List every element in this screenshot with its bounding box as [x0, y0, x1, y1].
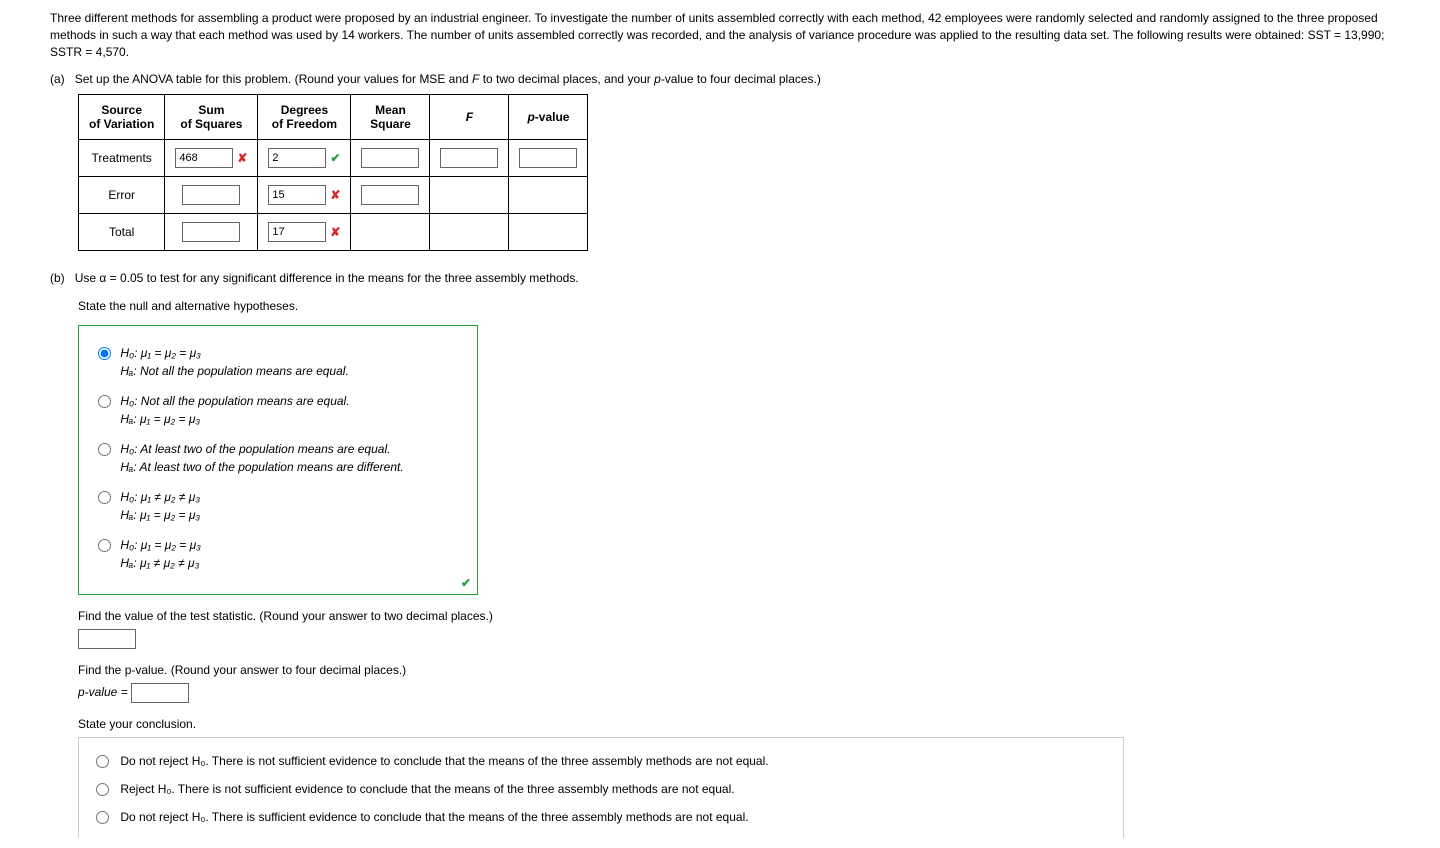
treatments-ss-input[interactable] [175, 148, 233, 168]
hyp-text-1: H₀: μ₁ = μ₂ = μ₃ Hₐ: Not all the populat… [120, 344, 348, 380]
treatments-df-input[interactable] [268, 148, 326, 168]
hyp-text-5: H₀: μ₁ = μ₂ = μ₃ Hₐ: μ₁ ≠ μ₂ ≠ μ₃ [120, 536, 201, 572]
pvalue-row: p-value = [78, 683, 1390, 703]
hyp-option-3[interactable]: H₀: At least two of the population means… [93, 440, 463, 476]
conclusion-radio-3[interactable] [96, 811, 109, 824]
hyp-text-2: H₀: Not all the population means are equ… [120, 392, 349, 428]
total-label: Total [79, 214, 165, 251]
pvalue-input[interactable] [131, 683, 189, 703]
anova-table: Sourceof Variation Sumof Squares Degrees… [78, 94, 588, 251]
treatments-p-input[interactable] [519, 148, 577, 168]
hypotheses-prompt: State the null and alternative hypothese… [78, 299, 1390, 313]
hypotheses-box: H₀: μ₁ = μ₂ = μ₃ Hₐ: Not all the populat… [78, 325, 478, 595]
total-df-input[interactable] [268, 222, 326, 242]
hyp-radio-2[interactable] [98, 395, 111, 408]
conclusion-option-3[interactable]: Do not reject H₀. There is sufficient ev… [91, 808, 1111, 826]
hyp-text-3: H₀: At least two of the population means… [120, 440, 403, 476]
conclusion-box: Do not reject H₀. There is not sufficien… [78, 737, 1124, 838]
conclusion-prompt: State your conclusion. [78, 717, 1390, 731]
hyp-option-4[interactable]: H₀: μ₁ ≠ μ₂ ≠ μ₃ Hₐ: μ₁ = μ₂ = μ₃ [93, 488, 463, 524]
hyp-option-5[interactable]: H₀: μ₁ = μ₂ = μ₃ Hₐ: μ₁ ≠ μ₂ ≠ μ₃ [93, 536, 463, 572]
error-ss-input[interactable] [182, 185, 240, 205]
table-row: Error ✘ [79, 177, 588, 214]
treatments-f-input[interactable] [440, 148, 498, 168]
part-a-label: (a) [50, 72, 65, 86]
part-a-row: (a) Set up the ANOVA table for this prob… [50, 72, 1390, 86]
part-b-label: (b) [50, 271, 65, 285]
col-f: F [430, 95, 509, 140]
col-df: Degreesof Freedom [258, 95, 351, 140]
error-df-input[interactable] [268, 185, 326, 205]
hyp-radio-3[interactable] [98, 443, 111, 456]
col-ss: Sumof Squares [165, 95, 258, 140]
total-ss-input[interactable] [182, 222, 240, 242]
error-ms-input[interactable] [361, 185, 419, 205]
conclusion-text-1: Do not reject H₀. There is not sufficien… [120, 752, 768, 770]
part-a-prompt: Set up the ANOVA table for this problem.… [75, 72, 821, 86]
part-b-prompt1: Use α = 0.05 to test for any significant… [75, 271, 579, 285]
hyp-text-4: H₀: μ₁ ≠ μ₂ ≠ μ₃ Hₐ: μ₁ = μ₂ = μ₃ [120, 488, 200, 524]
conclusion-option-1[interactable]: Do not reject H₀. There is not sufficien… [91, 752, 1111, 770]
check-icon: ✔ [461, 576, 471, 590]
conclusion-text-3: Do not reject H₀. There is sufficient ev… [120, 808, 748, 826]
hyp-radio-4[interactable] [98, 491, 111, 504]
cross-icon: ✘ [237, 151, 247, 165]
cross-icon: ✘ [330, 188, 340, 202]
part-b-row: (b) Use α = 0.05 to test for any signifi… [50, 271, 1390, 285]
conclusion-option-2[interactable]: Reject H₀. There is not sufficient evide… [91, 780, 1111, 798]
hyp-radio-1[interactable] [98, 347, 111, 360]
hyp-radio-5[interactable] [98, 539, 111, 552]
conclusion-text-2: Reject H₀. There is not sufficient evide… [120, 780, 734, 798]
test-stat-prompt: Find the value of the test statistic. (R… [78, 609, 1390, 623]
pvalue-label: p-value = [78, 685, 131, 699]
problem-intro: Three different methods for assembling a… [50, 10, 1390, 60]
conclusion-radio-2[interactable] [96, 783, 109, 796]
test-statistic-input[interactable] [78, 629, 136, 649]
pvalue-prompt: Find the p-value. (Round your answer to … [78, 663, 1390, 677]
hyp-option-1[interactable]: H₀: μ₁ = μ₂ = μ₃ Hₐ: Not all the populat… [93, 344, 463, 380]
check-icon: ✔ [330, 151, 340, 165]
conclusion-radio-1[interactable] [96, 755, 109, 768]
error-label: Error [79, 177, 165, 214]
col-source: Sourceof Variation [79, 95, 165, 140]
cross-icon: ✘ [330, 225, 340, 239]
table-row: Treatments ✘ ✔ [79, 140, 588, 177]
table-row: Total ✘ [79, 214, 588, 251]
col-p: p-value [509, 95, 588, 140]
hyp-option-2[interactable]: H₀: Not all the population means are equ… [93, 392, 463, 428]
treatments-label: Treatments [79, 140, 165, 177]
treatments-ms-input[interactable] [361, 148, 419, 168]
col-ms: MeanSquare [351, 95, 430, 140]
